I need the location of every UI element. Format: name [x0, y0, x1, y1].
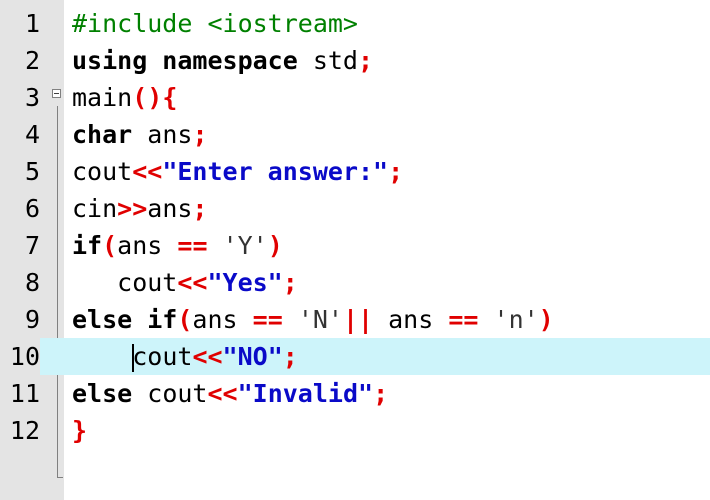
- code-token: ;: [282, 342, 298, 371]
- code-token: 'N': [297, 305, 343, 334]
- code-editor[interactable]: 1 #include <iostream> 2 using namespace std…: [0, 0, 710, 500]
- code-text: using namespace std;: [72, 42, 373, 79]
- line-number: 10: [0, 338, 40, 375]
- code-text: main(){: [72, 79, 177, 116]
- code-token: ;: [373, 379, 389, 408]
- code-token: ;: [192, 120, 208, 149]
- code-token: else if: [72, 305, 178, 334]
- code-token: ans: [192, 305, 253, 334]
- code-token: }: [72, 416, 88, 445]
- line-number: 9: [24, 305, 40, 334]
- code-token: (: [177, 305, 193, 334]
- code-token: ;: [192, 194, 208, 223]
- code-token: cin: [72, 194, 118, 223]
- code-text: if(ans == 'Y'): [72, 227, 283, 264]
- code-token: ): [267, 231, 283, 260]
- code-token: ;: [388, 157, 404, 186]
- code-token: main: [72, 83, 133, 112]
- code-token: ans: [117, 231, 178, 260]
- code-token: ans: [132, 120, 193, 149]
- code-text: char ans;: [72, 116, 208, 153]
- code-token: (: [102, 231, 118, 260]
- line-number: 2: [24, 46, 40, 75]
- code-line[interactable]: 8 cout<<"Yes";: [0, 264, 710, 301]
- code-token: char: [72, 120, 133, 149]
- code-token: cout: [132, 379, 208, 408]
- code-token: ==: [177, 231, 208, 260]
- code-token: <<: [132, 157, 163, 186]
- code-token: ): [538, 305, 554, 334]
- code-text: else if(ans == 'N'|| ans == 'n'): [72, 301, 554, 338]
- code-token: using namespace: [72, 46, 298, 75]
- code-token: <<: [207, 379, 238, 408]
- code-token: #include <iostream>: [72, 9, 358, 38]
- code-token: >>: [117, 194, 148, 223]
- code-token: ans: [373, 305, 449, 334]
- code-text: }: [72, 412, 87, 449]
- code-token: ==: [252, 305, 283, 334]
- code-token: ans: [147, 194, 193, 223]
- code-token: std: [297, 46, 358, 75]
- code-token: "Yes": [207, 268, 283, 297]
- code-token: else: [72, 379, 133, 408]
- code-line[interactable]: 1 #include <iostream>: [0, 5, 710, 42]
- line-number: 8: [24, 268, 40, 297]
- code-line[interactable]: 9 else if(ans == 'N'|| ans == 'n'): [0, 301, 710, 338]
- code-line[interactable]: 7 if(ans == 'Y'): [0, 227, 710, 264]
- code-line[interactable]: 12}: [0, 412, 710, 449]
- line-number: 11: [9, 379, 40, 408]
- code-line[interactable]: 5 cout<<"Enter answer:";: [0, 153, 710, 190]
- code-text: cout<<"Yes";: [72, 264, 298, 301]
- code-token: <<: [192, 342, 223, 371]
- code-line[interactable]: 2 using namespace std;: [0, 42, 710, 79]
- code-token: if: [72, 231, 103, 260]
- code-line[interactable]: 10 cout<<"NO";: [0, 338, 710, 375]
- code-token: 'Y': [222, 231, 268, 260]
- line-number: 12: [9, 416, 40, 445]
- code-text: cout<<"Enter answer:";: [72, 153, 403, 190]
- code-text: cin>>ans;: [72, 190, 207, 227]
- code-token: cout: [72, 268, 178, 297]
- code-token: ;: [282, 268, 298, 297]
- code-text: #include <iostream>: [72, 5, 358, 42]
- code-line[interactable]: 11 else cout<<"Invalid";: [0, 375, 710, 412]
- code-token: 'n': [493, 305, 539, 334]
- fold-collapse-icon[interactable]: [52, 89, 61, 98]
- line-number: 7: [24, 231, 40, 260]
- code-token: cout: [132, 342, 193, 371]
- code-token: ;: [358, 46, 374, 75]
- line-number: 3: [24, 83, 40, 112]
- code-token: (){: [132, 83, 178, 112]
- code-line[interactable]: 3 main(){: [0, 79, 710, 116]
- line-number: 5: [24, 157, 40, 186]
- line-number: 6: [24, 194, 40, 223]
- code-text: else cout<<"Invalid";: [72, 375, 388, 412]
- code-token: "Invalid": [237, 379, 374, 408]
- fold-guide-end: [57, 477, 63, 478]
- code-token: <<: [177, 268, 208, 297]
- code-text: cout<<"NO";: [72, 338, 298, 375]
- code-token: "NO": [222, 342, 283, 371]
- code-line[interactable]: 4 char ans;: [0, 116, 710, 153]
- code-token: cout: [72, 157, 133, 186]
- code-line[interactable]: 6 cin>>ans;: [0, 190, 710, 227]
- line-number: 1: [24, 9, 40, 38]
- code-token: ==: [448, 305, 479, 334]
- line-number: 4: [24, 120, 40, 149]
- code-token: ||: [342, 305, 374, 334]
- code-token: "Enter answer:": [162, 157, 389, 186]
